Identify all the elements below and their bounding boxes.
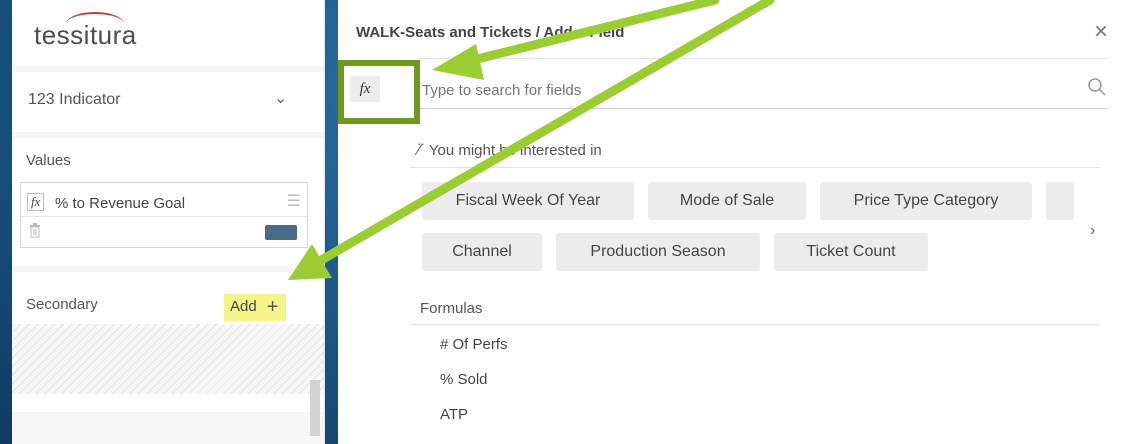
color-swatch[interactable] — [265, 225, 297, 240]
drop-zone[interactable] — [12, 324, 324, 394]
plus-icon: + — [266, 296, 279, 318]
formula-item[interactable]: % Sold — [440, 371, 488, 388]
value-item[interactable]: fx % to Revenue Goal ☰ — [20, 182, 308, 248]
left-config-panel: tessitura 123 Indicator ⌄ Values fx % to… — [12, 0, 325, 444]
search-input[interactable] — [422, 80, 1082, 100]
interested-label: You might be interested in — [428, 142, 602, 159]
divider — [420, 58, 1108, 59]
search-icon[interactable] — [1086, 76, 1108, 98]
secondary-section: Secondary Add + — [12, 272, 324, 412]
add-field-dialog: WALK-Seats and Tickets / Add a Field × f… — [338, 0, 1126, 444]
trash-icon[interactable] — [29, 223, 41, 241]
chip-fiscal-week[interactable]: Fiscal Week Of Year — [422, 182, 634, 220]
chip-partial[interactable] — [1046, 182, 1074, 220]
divider — [410, 324, 1100, 325]
indicator-label: 123 Indicator — [28, 91, 121, 108]
drag-handle-icon[interactable]: ☰ — [287, 191, 301, 211]
chip-price-type-category[interactable]: Price Type Category — [820, 182, 1032, 220]
logo: tessitura — [12, 0, 324, 66]
value-item-name: % to Revenue Goal — [55, 195, 186, 212]
divider — [21, 216, 307, 217]
chip-mode-of-sale[interactable]: Mode of Sale — [648, 182, 806, 220]
indicator-dropdown[interactable]: 123 Indicator ⌄ — [12, 72, 324, 132]
dialog-title: WALK-Seats and Tickets / Add a Field — [356, 24, 625, 41]
add-secondary-button[interactable]: Add + — [224, 294, 287, 321]
add-label: Add — [230, 298, 257, 315]
formula-item[interactable]: # Of Perfs — [440, 336, 508, 353]
chevron-right-icon[interactable]: › — [1090, 222, 1095, 240]
chevron-down-icon: ⌄ — [274, 90, 288, 107]
search-underline — [420, 108, 1108, 109]
formula-button[interactable]: fx — [350, 76, 380, 102]
scrollbar[interactable] — [310, 380, 320, 436]
values-section: Values fx % to Revenue Goal ☰ — [12, 138, 324, 266]
values-header: Values — [26, 152, 71, 169]
chip-channel[interactable]: Channel — [422, 233, 542, 271]
formula-icon: fx — [27, 193, 45, 211]
secondary-header: Secondary — [26, 296, 98, 313]
interested-header: ⁄̈ You might be interested in — [418, 140, 602, 160]
logo-text: tessitura — [34, 20, 137, 50]
divider — [410, 167, 1100, 168]
formula-item[interactable]: ATP — [440, 406, 468, 423]
chip-ticket-count[interactable]: Ticket Count — [774, 233, 928, 271]
chip-production-season[interactable]: Production Season — [556, 233, 760, 271]
magic-wand-icon: ⁄̈ — [418, 140, 421, 159]
close-icon[interactable]: × — [1094, 18, 1108, 46]
formulas-header: Formulas — [420, 300, 483, 317]
